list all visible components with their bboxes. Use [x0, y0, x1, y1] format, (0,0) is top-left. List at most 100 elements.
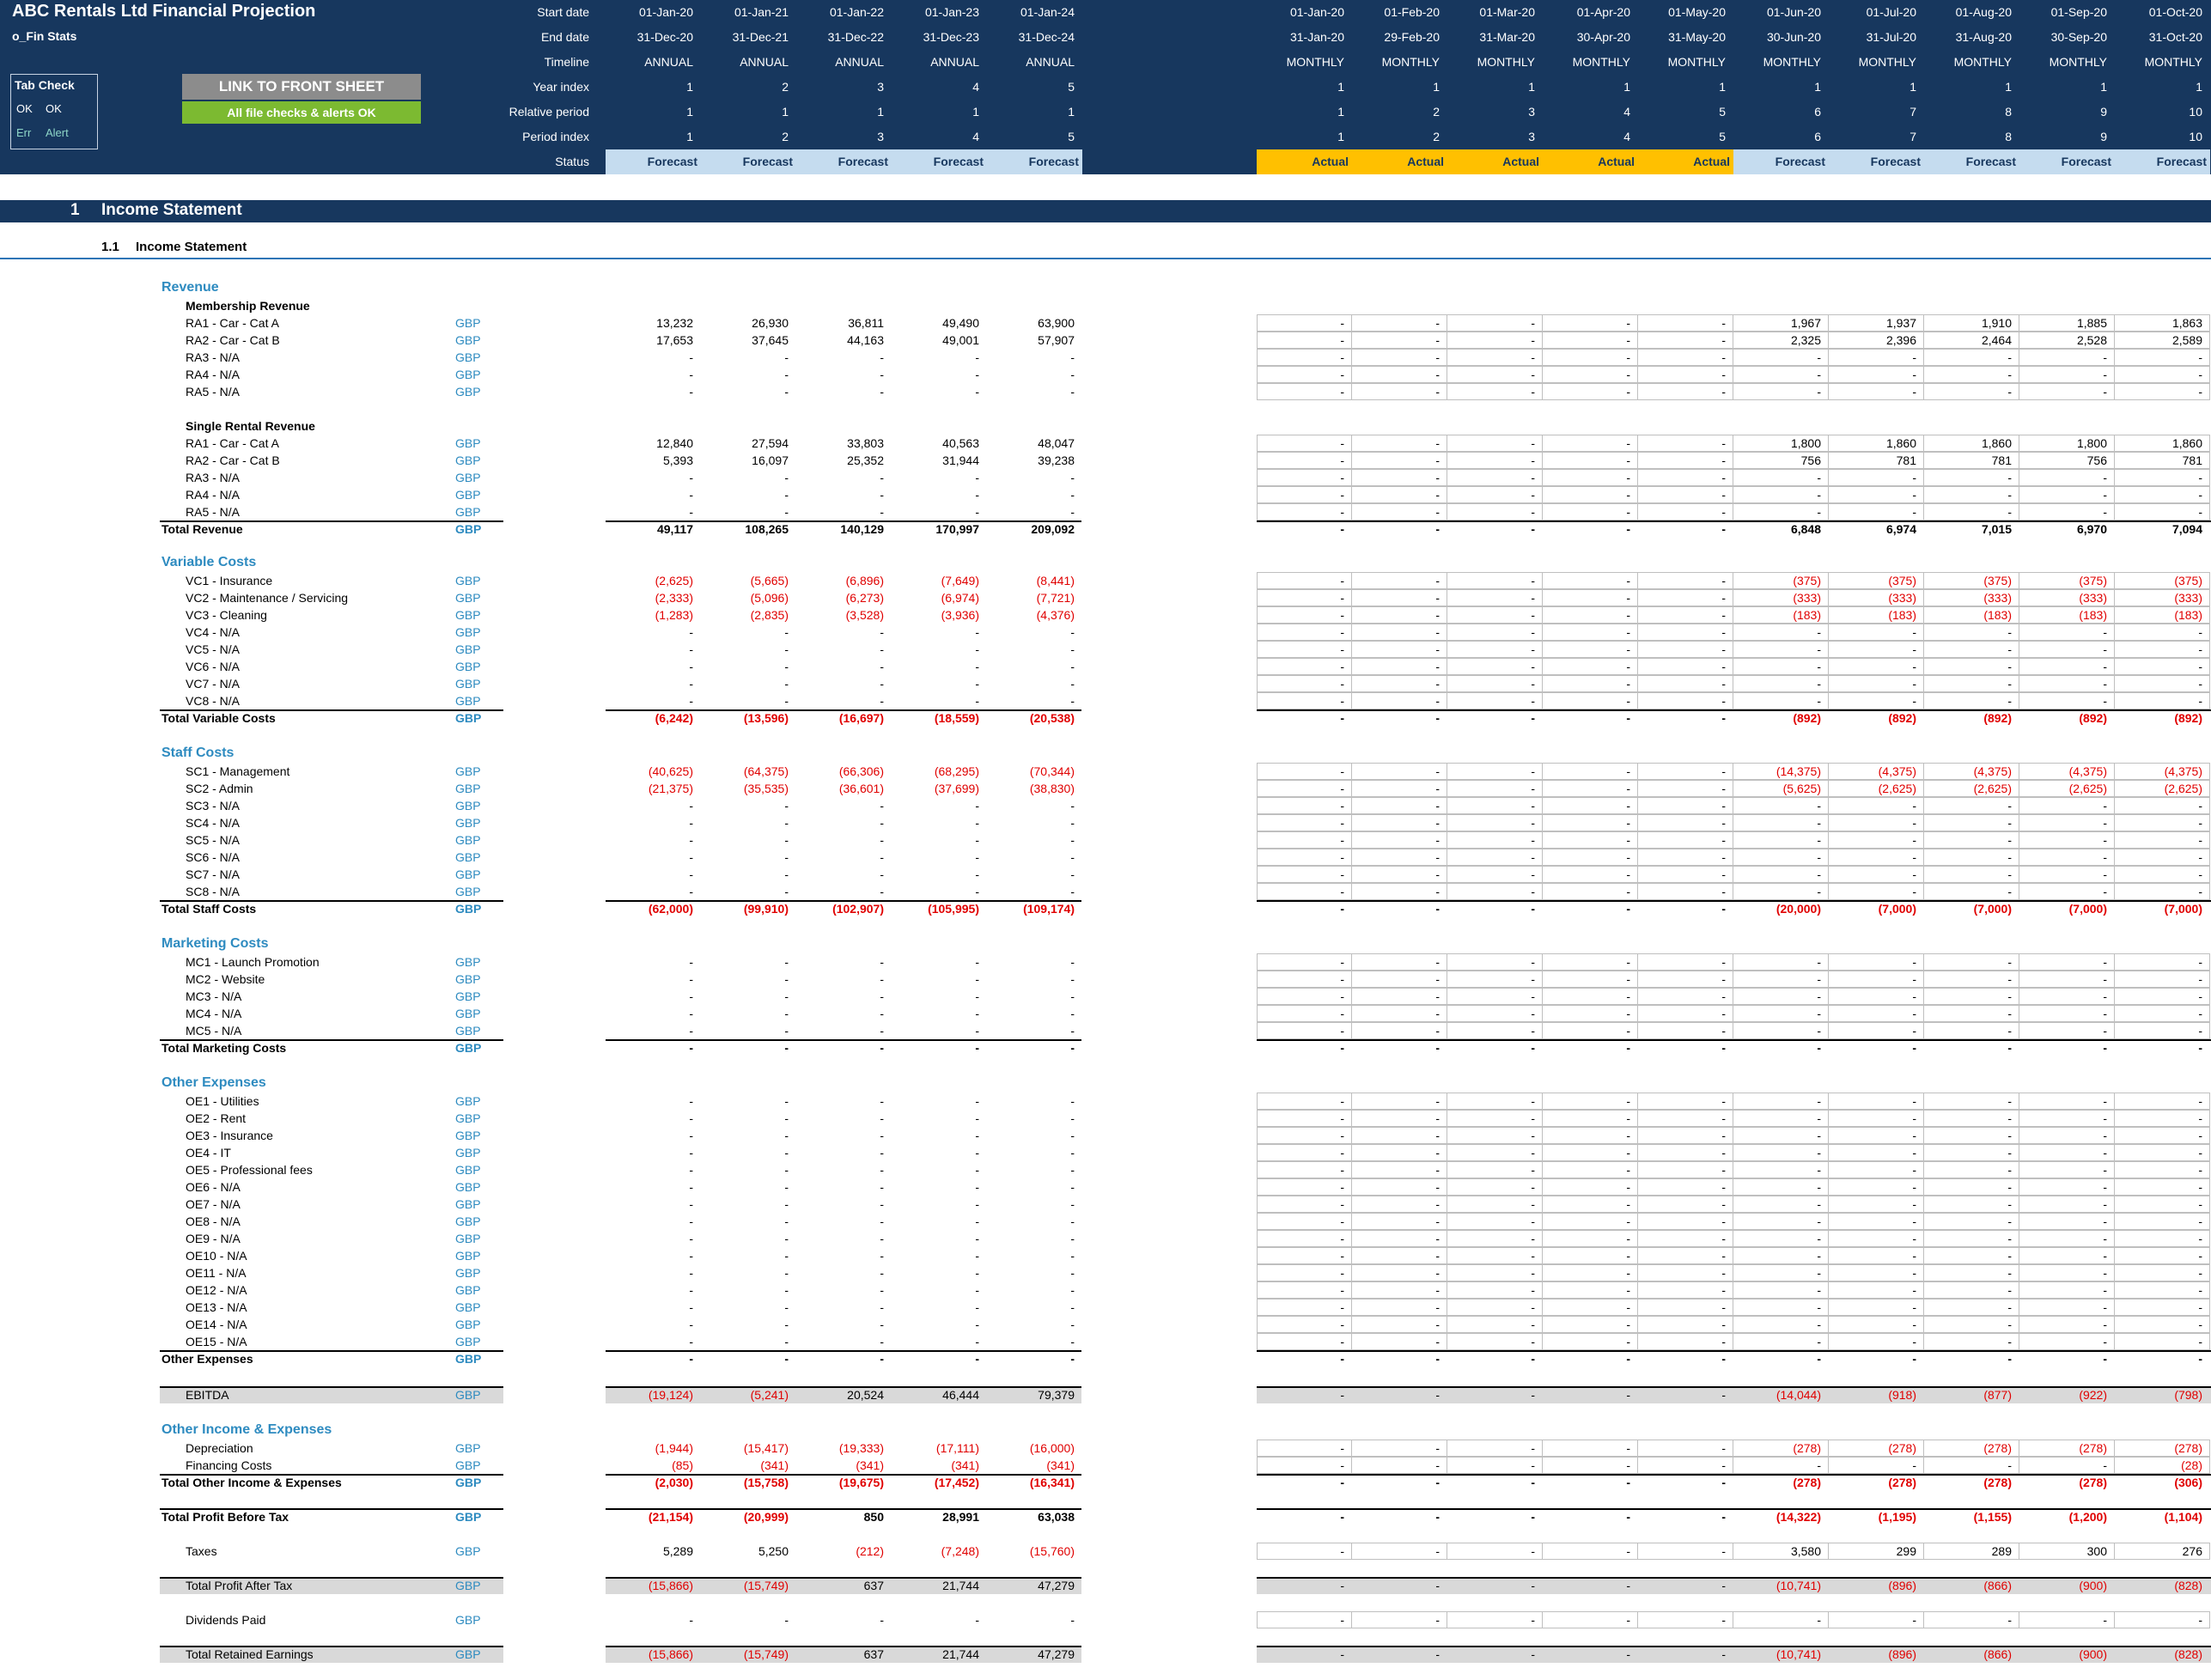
monthly-value-cell[interactable]: - [1543, 1094, 1635, 1108]
annual-value-cell[interactable]: (70,344) [987, 764, 1080, 778]
annual-value-cell[interactable]: - [796, 694, 889, 708]
monthly-value-cell[interactable]: - [1733, 1007, 1826, 1020]
annual-value-cell[interactable]: - [606, 660, 698, 673]
monthly-value-cell[interactable]: - [1352, 368, 1445, 381]
annual-value-cell[interactable]: - [987, 867, 1080, 881]
annual-value-cell[interactable]: (341) [987, 1458, 1080, 1472]
monthly-value-cell[interactable]: - [1733, 1300, 1826, 1314]
annual-value-cell[interactable]: - [987, 989, 1080, 1003]
annual-value-cell[interactable]: - [606, 989, 698, 1003]
monthly-value-cell[interactable]: - [1257, 711, 1349, 725]
monthly-value-cell[interactable]: - [1829, 1300, 1922, 1314]
monthly-value-cell[interactable]: - [1447, 1318, 1540, 1331]
monthly-value-cell[interactable]: - [1447, 1613, 1540, 1627]
annual-value-cell[interactable]: - [987, 1111, 1080, 1125]
annual-value-cell[interactable]: - [892, 833, 984, 847]
monthly-value-cell[interactable]: - [1543, 885, 1635, 898]
annual-value-cell[interactable]: (2,625) [606, 574, 698, 587]
annual-value-cell[interactable]: - [892, 1214, 984, 1228]
monthly-value-cell[interactable]: - [1733, 850, 1826, 864]
monthly-value-cell[interactable]: (877) [1924, 1388, 2017, 1402]
monthly-value-cell[interactable]: 276 [2115, 1544, 2208, 1558]
monthly-value-cell[interactable]: - [1829, 833, 1922, 847]
monthly-value-cell[interactable]: - [1447, 608, 1540, 622]
monthly-value-cell[interactable]: - [1543, 642, 1635, 656]
monthly-value-cell[interactable]: - [1447, 522, 1540, 536]
monthly-value-cell[interactable]: - [1257, 625, 1349, 639]
monthly-value-cell[interactable]: 756 [2019, 453, 2112, 467]
monthly-value-cell[interactable]: - [1352, 1647, 1445, 1661]
monthly-value-cell[interactable]: - [1924, 989, 2017, 1003]
monthly-value-cell[interactable]: - [1638, 902, 1731, 916]
annual-value-cell[interactable]: 5,289 [606, 1544, 698, 1558]
monthly-value-cell[interactable]: - [2115, 816, 2208, 830]
monthly-value-cell[interactable]: - [2019, 867, 2112, 881]
monthly-value-cell[interactable]: - [1352, 1352, 1445, 1366]
monthly-value-cell[interactable]: - [1352, 574, 1445, 587]
monthly-value-cell[interactable]: - [1352, 694, 1445, 708]
monthly-value-cell[interactable]: - [1924, 799, 2017, 813]
monthly-value-cell[interactable]: - [2115, 677, 2208, 691]
monthly-value-cell[interactable]: - [1447, 436, 1540, 450]
annual-value-cell[interactable]: - [606, 833, 698, 847]
annual-value-cell[interactable]: - [701, 625, 794, 639]
annual-value-cell[interactable]: - [701, 989, 794, 1003]
annual-value-cell[interactable]: - [892, 989, 984, 1003]
monthly-value-cell[interactable]: 7,015 [1924, 522, 2017, 536]
annual-value-cell[interactable]: - [796, 350, 889, 364]
annual-value-cell[interactable]: - [892, 955, 984, 969]
annual-value-cell[interactable]: - [892, 677, 984, 691]
monthly-value-cell[interactable]: - [1829, 1352, 1922, 1366]
monthly-value-cell[interactable]: - [1447, 764, 1540, 778]
monthly-value-cell[interactable]: - [1638, 505, 1731, 519]
monthly-value-cell[interactable]: - [1447, 1458, 1540, 1472]
monthly-value-cell[interactable]: - [1352, 625, 1445, 639]
monthly-value-cell[interactable]: - [1638, 1129, 1731, 1142]
annual-value-cell[interactable]: - [606, 1335, 698, 1348]
annual-value-cell[interactable]: - [606, 1318, 698, 1331]
monthly-value-cell[interactable]: - [1447, 333, 1540, 347]
annual-value-cell[interactable]: (5,096) [701, 591, 794, 605]
monthly-value-cell[interactable]: - [1733, 1335, 1826, 1348]
monthly-value-cell[interactable]: - [1543, 1266, 1635, 1280]
monthly-value-cell[interactable]: - [1543, 385, 1635, 399]
annual-value-cell[interactable]: - [606, 1232, 698, 1245]
monthly-value-cell[interactable]: - [1638, 799, 1731, 813]
monthly-value-cell[interactable]: - [1447, 1214, 1540, 1228]
monthly-value-cell[interactable]: - [1447, 1510, 1540, 1524]
monthly-value-cell[interactable]: - [1543, 1197, 1635, 1211]
annual-value-cell[interactable]: - [892, 1318, 984, 1331]
monthly-value-cell[interactable]: - [1543, 1111, 1635, 1125]
annual-value-cell[interactable]: - [892, 885, 984, 898]
monthly-value-cell[interactable]: - [1257, 850, 1349, 864]
annual-value-cell[interactable]: (19,333) [796, 1441, 889, 1455]
monthly-value-cell[interactable]: - [1257, 1197, 1349, 1211]
annual-value-cell[interactable]: 47,279 [987, 1647, 1080, 1661]
monthly-value-cell[interactable]: - [1352, 1232, 1445, 1245]
annual-value-cell[interactable]: - [987, 625, 1080, 639]
monthly-value-cell[interactable]: - [1352, 955, 1445, 969]
monthly-value-cell[interactable]: - [1924, 385, 2017, 399]
monthly-value-cell[interactable]: - [1352, 1579, 1445, 1592]
monthly-value-cell[interactable]: - [1447, 471, 1540, 484]
monthly-value-cell[interactable]: - [1924, 1094, 2017, 1108]
annual-value-cell[interactable]: (7,721) [987, 591, 1080, 605]
annual-value-cell[interactable]: - [987, 677, 1080, 691]
monthly-value-cell[interactable]: - [1924, 885, 2017, 898]
monthly-value-cell[interactable]: - [1733, 471, 1826, 484]
monthly-value-cell[interactable]: - [1638, 711, 1731, 725]
annual-value-cell[interactable]: 31,944 [892, 453, 984, 467]
monthly-value-cell[interactable]: - [1924, 1214, 2017, 1228]
monthly-value-cell[interactable]: - [1638, 1007, 1731, 1020]
monthly-value-cell[interactable]: - [1638, 1510, 1731, 1524]
monthly-value-cell[interactable]: - [1924, 833, 2017, 847]
monthly-value-cell[interactable]: - [1638, 1283, 1731, 1297]
monthly-value-cell[interactable]: - [1638, 453, 1731, 467]
monthly-value-cell[interactable]: - [1352, 972, 1445, 986]
monthly-value-cell[interactable]: - [1257, 799, 1349, 813]
annual-value-cell[interactable]: - [892, 471, 984, 484]
monthly-value-cell[interactable]: - [1733, 1163, 1826, 1177]
monthly-value-cell[interactable]: - [2019, 1163, 2112, 1177]
monthly-value-cell[interactable]: - [1257, 1111, 1349, 1125]
annual-value-cell[interactable]: - [796, 1300, 889, 1314]
